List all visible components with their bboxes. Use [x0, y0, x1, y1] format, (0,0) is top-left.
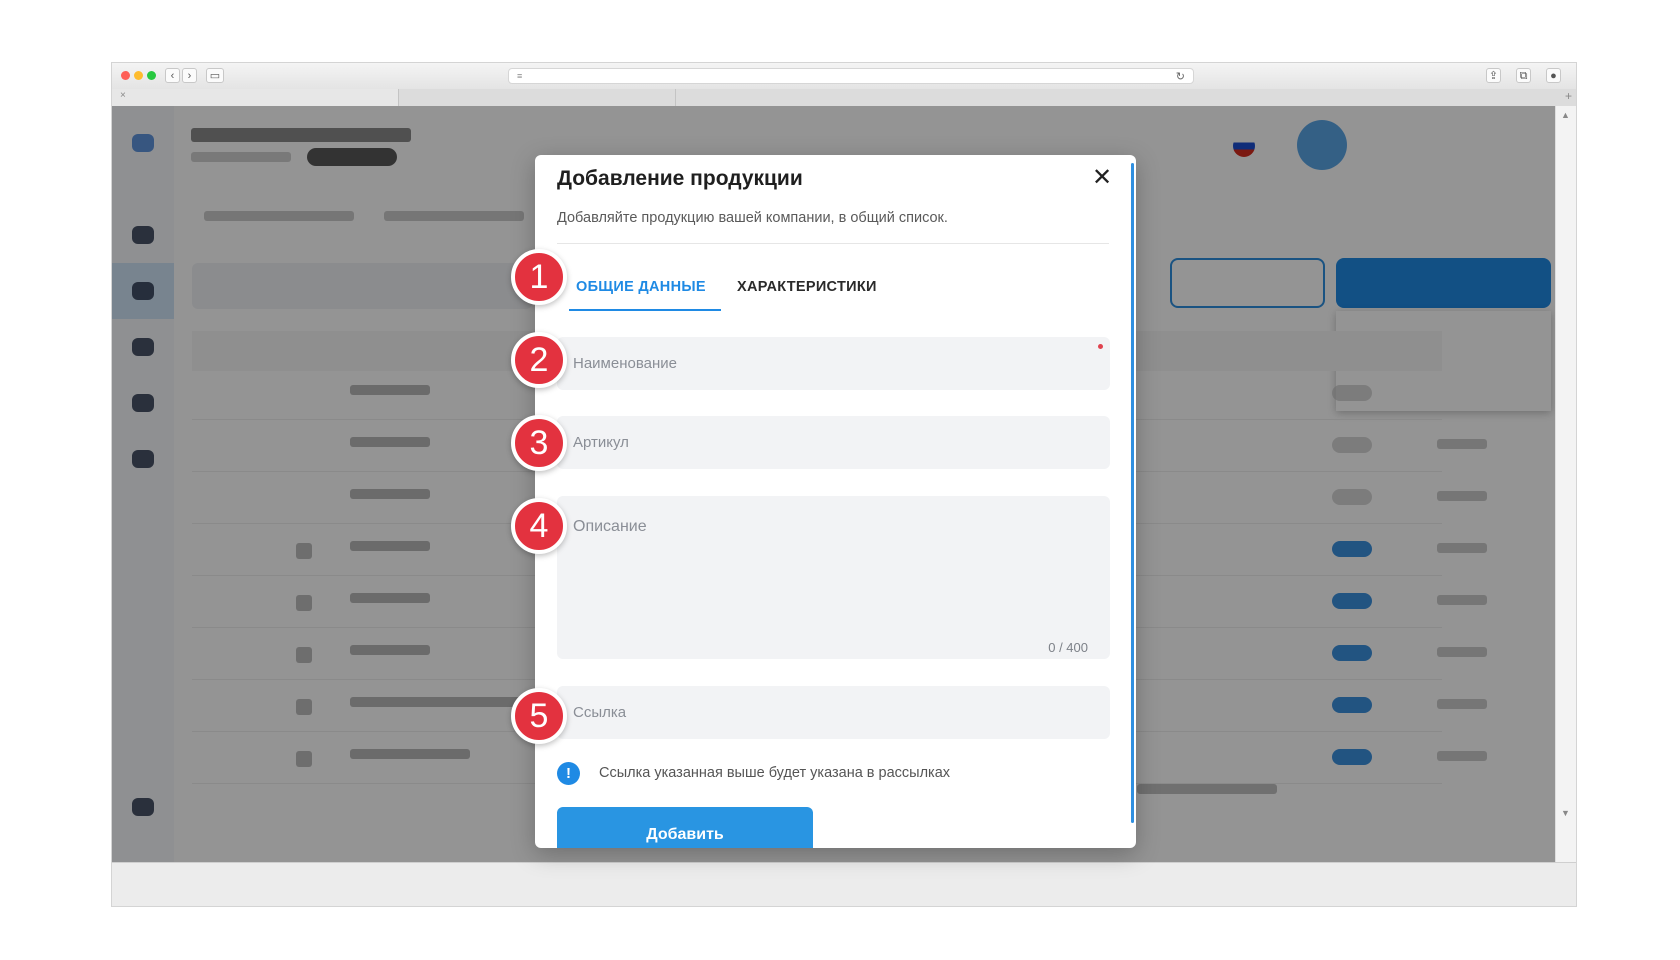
- minimize-window-button[interactable]: [134, 71, 143, 80]
- modal-subtitle: Добавляйте продукцию вашей компании, в о…: [557, 210, 948, 226]
- step-marker-4: 4: [511, 498, 567, 554]
- sidebar-icon[interactable]: ▭: [206, 68, 224, 83]
- info-icon: !: [557, 762, 580, 785]
- reload-icon[interactable]: ↻: [1176, 70, 1185, 83]
- add-button[interactable]: Добавить: [557, 807, 813, 848]
- browser-tabstrip: × +: [112, 89, 1576, 107]
- required-indicator: [1098, 344, 1103, 349]
- tab-characteristics[interactable]: ХАРАКТЕРИСТИКИ: [737, 279, 877, 295]
- modal-title: Добавление продукции: [557, 167, 803, 190]
- character-counter: 0 / 400: [1048, 640, 1088, 655]
- new-tab-icon[interactable]: +: [1565, 89, 1572, 103]
- close-icon[interactable]: ✕: [1090, 166, 1114, 191]
- scroll-down-icon[interactable]: ▼: [1561, 808, 1570, 818]
- step-marker-1: 1: [511, 249, 567, 305]
- add-product-modal: Добавление продукции ✕ Добавляйте продук…: [535, 155, 1136, 848]
- link-field[interactable]: Ссылка: [557, 686, 1110, 739]
- link-placeholder: Ссылка: [573, 704, 627, 721]
- browser-tab[interactable]: [399, 89, 676, 106]
- step-marker-3: 3: [511, 415, 567, 471]
- name-placeholder: Наименование: [573, 355, 677, 372]
- tabs-icon[interactable]: ⧉: [1516, 68, 1531, 83]
- modal-scrollbar[interactable]: [1131, 163, 1134, 823]
- article-field[interactable]: Артикул: [557, 416, 1110, 469]
- forward-icon[interactable]: ›: [182, 68, 197, 83]
- step-marker-2: 2: [511, 332, 567, 388]
- description-field[interactable]: Описание 0 / 400: [557, 496, 1110, 659]
- tab-general-data[interactable]: ОБЩИЕ ДАННЫЕ: [576, 279, 706, 295]
- active-tab-indicator: [569, 309, 721, 311]
- info-text: Ссылка указанная выше будет указана в ра…: [599, 765, 951, 781]
- divider: [557, 243, 1109, 244]
- back-icon[interactable]: ‹: [165, 68, 180, 83]
- browser-statusbar: [112, 862, 1576, 906]
- address-bar[interactable]: ≡ ↻: [508, 68, 1194, 84]
- browser-tab[interactable]: ×: [112, 89, 399, 106]
- browser-toolbar: ‹ › ▭ ≡ ↻ ⇪ ⧉ ●: [112, 63, 1576, 90]
- close-window-button[interactable]: [121, 71, 130, 80]
- reader-icon[interactable]: ≡: [517, 72, 522, 81]
- article-placeholder: Артикул: [573, 434, 629, 451]
- name-field[interactable]: Наименование: [557, 337, 1110, 390]
- close-tab-icon[interactable]: ×: [120, 90, 126, 101]
- maximize-window-button[interactable]: [147, 71, 156, 80]
- description-placeholder: Описание: [573, 518, 647, 535]
- share-icon[interactable]: ⇪: [1486, 68, 1501, 83]
- extension-icon[interactable]: ●: [1546, 68, 1561, 83]
- step-marker-5: 5: [511, 688, 567, 744]
- page-scrollbar[interactable]: ▲ ▼: [1555, 106, 1576, 864]
- scroll-up-icon[interactable]: ▲: [1561, 110, 1570, 120]
